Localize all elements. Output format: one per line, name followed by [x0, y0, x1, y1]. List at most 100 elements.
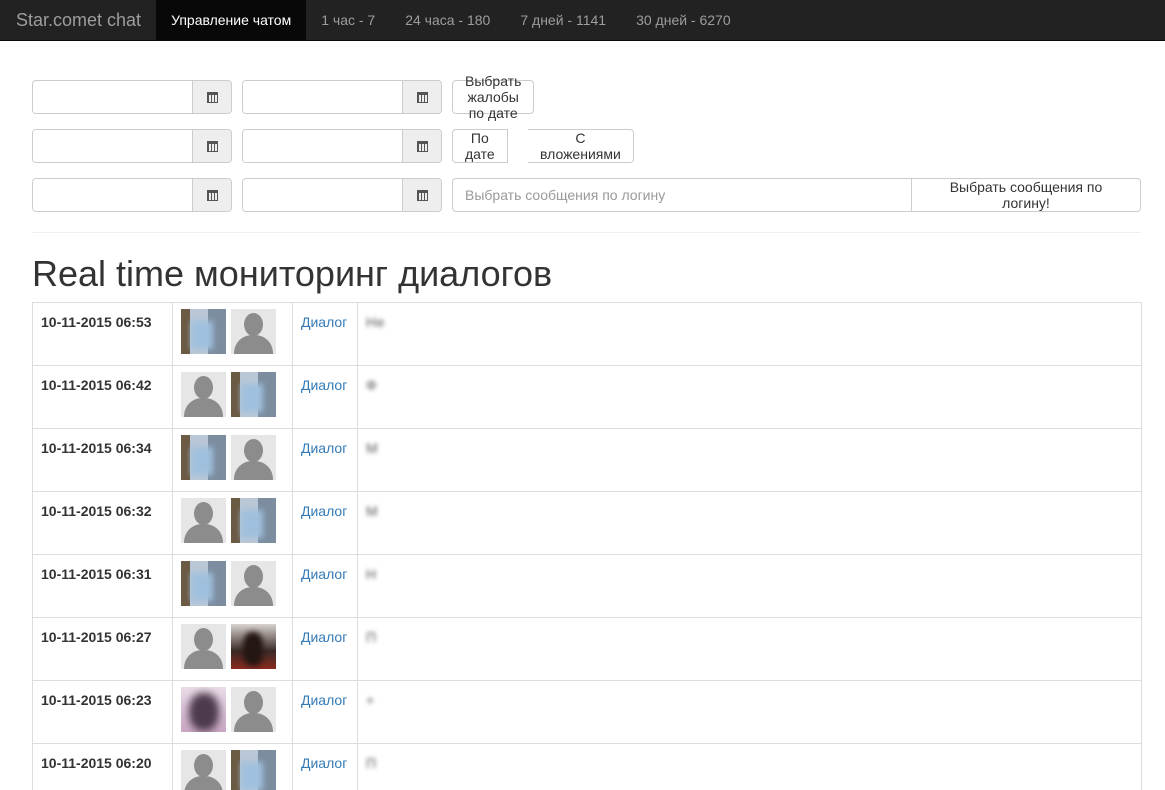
message-cell: П	[357, 617, 1142, 681]
nav-item-7-days[interactable]: 7 дней - 1141	[505, 0, 621, 40]
message-preview: М	[366, 440, 379, 456]
calendar-button[interactable]	[192, 130, 231, 162]
calendar-icon	[206, 189, 218, 201]
message-preview: +	[366, 692, 375, 708]
dialog-link-cell: Диалог	[292, 680, 358, 744]
avatar[interactable]	[231, 498, 276, 543]
dialog-link-cell: Диалог	[292, 743, 358, 790]
participants-cell	[172, 743, 293, 790]
table-row: 10-11-2015 06:23 Диалог +	[32, 680, 1142, 744]
login-search-input[interactable]	[452, 178, 911, 212]
avatar[interactable]	[181, 498, 226, 543]
select-complaints-button[interactable]: Выбрать жалобы по дате	[452, 73, 535, 121]
nav-item-chat-management[interactable]: Управление чатом	[156, 0, 307, 40]
dialog-time: 10-11-2015 06:23	[32, 680, 173, 744]
dialog-time: 10-11-2015 06:53	[32, 302, 173, 366]
dialog-link[interactable]: Диалог	[301, 440, 347, 456]
calendar-icon	[206, 91, 218, 103]
dialog-link-cell: Диалог	[292, 617, 358, 681]
login-date-from-input[interactable]	[33, 179, 192, 211]
avatar[interactable]	[231, 624, 276, 669]
dialog-link-cell: Диалог	[292, 302, 358, 366]
nav-item-24-hours[interactable]: 24 часа - 180	[390, 0, 505, 40]
avatar[interactable]	[181, 309, 226, 354]
dialog-time: 10-11-2015 06:31	[32, 554, 173, 618]
dialogs-table: 10-11-2015 06:53 Диалог Не 10-11-2015 06:42…	[32, 302, 1142, 790]
calendar-icon	[206, 140, 218, 152]
dialog-link-cell: Диалог	[292, 428, 358, 492]
avatar[interactable]	[181, 750, 226, 790]
table-row: 10-11-2015 06:34 Диалог М	[32, 428, 1142, 492]
avatar[interactable]	[231, 561, 276, 606]
avatar[interactable]	[231, 750, 276, 790]
table-row: 10-11-2015 06:53 Диалог Не	[32, 302, 1142, 366]
dialog-time: 10-11-2015 06:20	[32, 743, 173, 790]
avatar[interactable]	[181, 561, 226, 606]
dialog-link[interactable]: Диалог	[301, 692, 347, 708]
select-by-login-button[interactable]: Выбрать сообщения по логину!	[911, 178, 1141, 212]
nav-item-1-hour[interactable]: 1 час - 7	[306, 0, 390, 40]
calendar-button[interactable]	[192, 179, 231, 211]
section-divider	[32, 232, 1141, 233]
page-title: Real time мониторинг диалогов	[32, 253, 553, 294]
avatar[interactable]	[231, 372, 276, 417]
avatar[interactable]	[181, 687, 226, 732]
participants-cell	[172, 617, 293, 681]
message-cell: Не	[357, 302, 1142, 366]
complaints-date-to-input[interactable]	[243, 81, 402, 113]
participants-cell	[172, 491, 293, 555]
table-row: 10-11-2015 06:27 Диалог П	[32, 617, 1142, 681]
dialog-link[interactable]: Диалог	[301, 377, 347, 393]
dialog-link-cell: Диалог	[292, 554, 358, 618]
table-row: 10-11-2015 06:31 Диалог Н	[32, 554, 1142, 618]
top-navbar: Star.comet chat Управление чатом 1 час -…	[0, 0, 1165, 41]
avatar[interactable]	[231, 309, 276, 354]
login-date-from	[32, 178, 232, 212]
message-preview: П	[366, 629, 377, 645]
avatar[interactable]	[231, 435, 276, 480]
by-date-button[interactable]: По дате	[452, 129, 508, 163]
dialog-time: 10-11-2015 06:42	[32, 365, 173, 429]
dialog-link[interactable]: Диалог	[301, 755, 347, 771]
participants-cell	[172, 554, 293, 618]
login-date-to	[242, 178, 442, 212]
brand-link[interactable]: Star.comet chat	[0, 0, 156, 40]
participants-cell	[172, 302, 293, 366]
messages-date-to-input[interactable]	[243, 130, 402, 162]
dialog-time: 10-11-2015 06:27	[32, 617, 173, 681]
calendar-button[interactable]	[192, 81, 231, 113]
dialog-link-cell: Диалог	[292, 491, 358, 555]
dialog-link[interactable]: Диалог	[301, 314, 347, 330]
calendar-button[interactable]	[402, 81, 441, 113]
avatar[interactable]	[181, 435, 226, 480]
avatar[interactable]	[181, 624, 226, 669]
message-cell: М	[357, 428, 1142, 492]
dialog-link[interactable]: Диалог	[301, 629, 347, 645]
complaints-date-to	[242, 80, 442, 114]
calendar-icon	[416, 91, 428, 103]
table-row: 10-11-2015 06:32 Диалог М	[32, 491, 1142, 555]
table-row: 10-11-2015 06:42 Диалог Ф	[32, 365, 1142, 429]
dialog-time: 10-11-2015 06:34	[32, 428, 173, 492]
messages-date-to	[242, 129, 442, 163]
login-date-to-input[interactable]	[243, 179, 402, 211]
message-cell: +	[357, 680, 1142, 744]
message-preview: Н	[366, 566, 377, 582]
calendar-button[interactable]	[402, 179, 441, 211]
calendar-button[interactable]	[402, 130, 441, 162]
complaints-date-from-input[interactable]	[33, 81, 192, 113]
messages-date-from-input[interactable]	[33, 130, 192, 162]
avatar[interactable]	[181, 372, 226, 417]
nav-item-30-days[interactable]: 30 дней - 6270	[621, 0, 746, 40]
message-cell: Н	[357, 554, 1142, 618]
calendar-icon	[416, 140, 428, 152]
calendar-icon	[416, 189, 428, 201]
message-preview: Ф	[366, 377, 378, 393]
with-attachments-button[interactable]: С вложениями	[528, 129, 634, 163]
participants-cell	[172, 428, 293, 492]
avatar[interactable]	[231, 687, 276, 732]
dialog-time: 10-11-2015 06:32	[32, 491, 173, 555]
participants-cell	[172, 365, 293, 429]
dialog-link[interactable]: Диалог	[301, 566, 347, 582]
dialog-link[interactable]: Диалог	[301, 503, 347, 519]
